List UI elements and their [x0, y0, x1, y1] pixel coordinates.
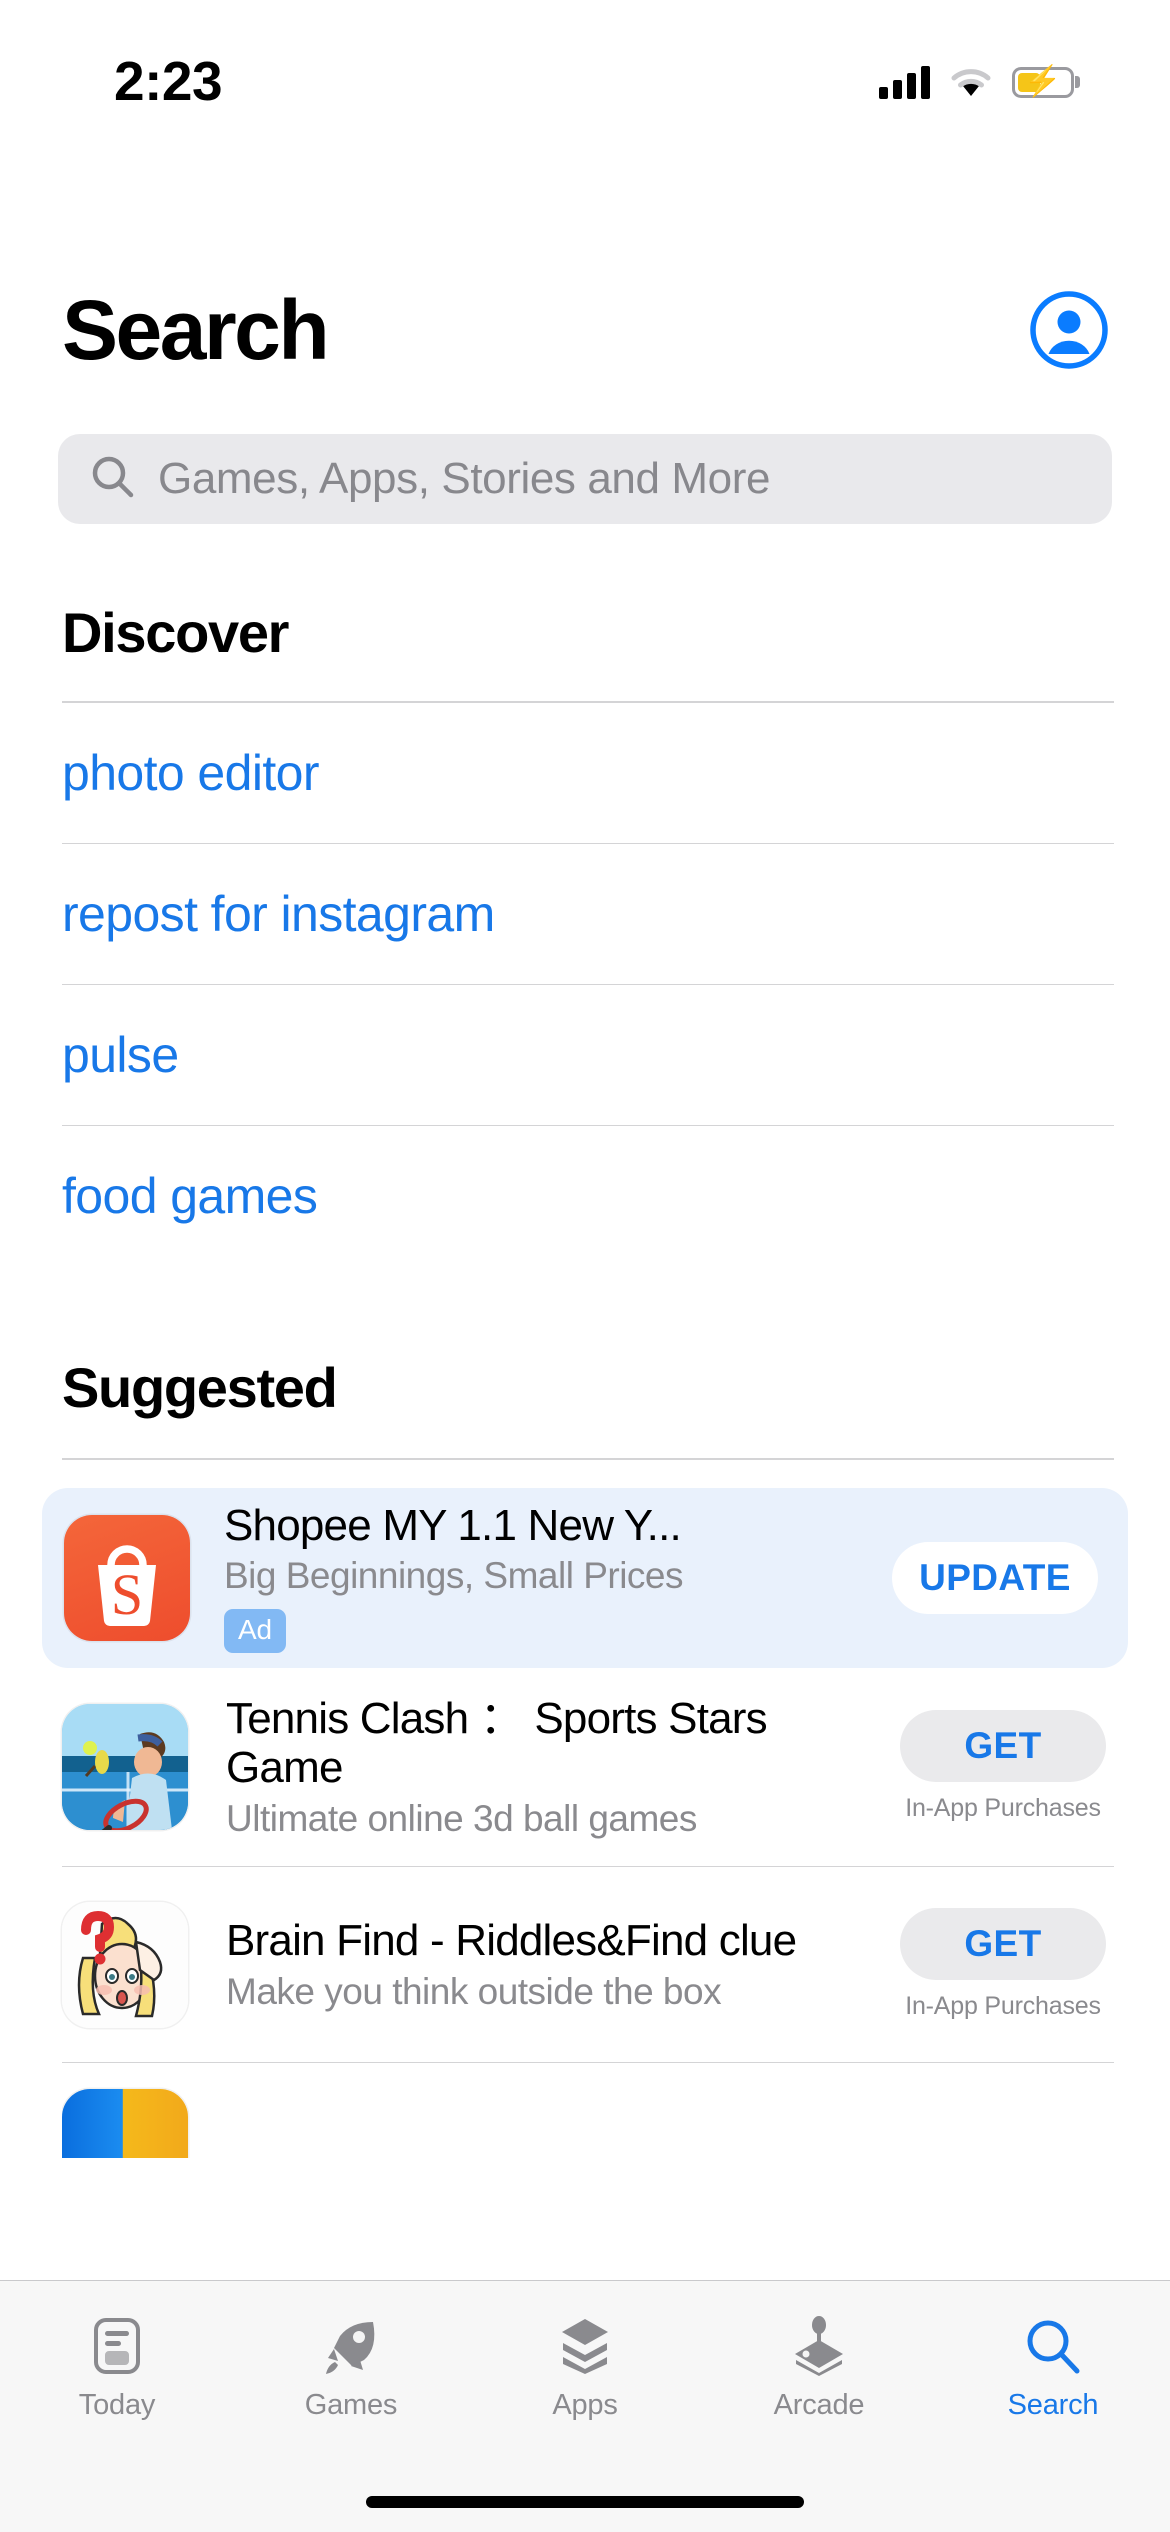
status-time: 2:23	[114, 50, 223, 112]
app-action-column: GET In-App Purchases	[892, 1710, 1114, 1823]
tab-bar: Today Games Apps Arcade Search	[0, 2280, 1170, 2532]
joystick-icon	[788, 2315, 850, 2377]
app-name: Tennis Clash ： Sports Stars Game	[226, 1693, 768, 1792]
suggested-section: Suggested S Shopee MY 1.1 New Y... Big B…	[0, 1355, 1170, 2159]
app-action-column: GET In-App Purchases	[892, 1908, 1114, 2021]
account-circle-icon[interactable]	[1030, 291, 1108, 369]
discover-item-photo-editor[interactable]: photo editor	[62, 703, 1114, 844]
suggested-ad-card[interactable]: S Shopee MY 1.1 New Y... Big Beginnings,…	[42, 1487, 1128, 1668]
ad-badge: Ad	[224, 1609, 286, 1654]
app-name: Brain Find - Riddles&Find clue	[226, 1915, 797, 1965]
status-indicators: ⚡	[879, 65, 1074, 99]
app-info: Tennis Clash ： Sports Stars Game Ultimat…	[188, 1694, 892, 1841]
rocket-icon	[320, 2315, 382, 2377]
get-button[interactable]: GET	[900, 1710, 1106, 1783]
app-subtitle: Make you think outside the box	[226, 1971, 722, 2013]
wifi-icon	[950, 66, 992, 98]
tennis-clash-app-icon	[62, 1703, 188, 1830]
partial-app-icon	[62, 2089, 188, 2159]
discover-item-food-games[interactable]: food games	[62, 1126, 1114, 1267]
svg-text:S: S	[111, 1562, 143, 1627]
stacked-apps-icon	[554, 2315, 616, 2377]
ad-action-column: UPDATE	[884, 1541, 1106, 1614]
get-button[interactable]: GET	[900, 1908, 1106, 1981]
shopee-app-icon: S	[64, 1514, 190, 1641]
app-row-brain-find[interactable]: Brain Find - Riddles&Find clue Make you …	[62, 1866, 1114, 2062]
tab-today[interactable]: Today	[0, 2315, 234, 2422]
update-button[interactable]: UPDATE	[892, 1541, 1098, 1614]
discover-item-repost-for-instagram[interactable]: repost for instagram	[62, 844, 1114, 985]
tab-label: Today	[78, 2389, 156, 2421]
page-header: Search	[0, 288, 1170, 372]
tab-label: Arcade	[773, 2389, 865, 2421]
tab-arcade[interactable]: Arcade	[702, 2315, 936, 2422]
today-card-icon	[86, 2315, 148, 2377]
app-info: Brain Find - Riddles&Find clue Make you …	[188, 1916, 892, 2013]
search-placeholder: Games, Apps, Stories and More	[158, 454, 771, 503]
search-icon	[90, 454, 136, 505]
tab-label: Apps	[552, 2389, 618, 2421]
app-row-tennis-clash[interactable]: Tennis Clash ： Sports Stars Game Ultimat…	[62, 1668, 1114, 1867]
discover-section: Discover photo editor repost for instagr…	[0, 600, 1170, 1267]
status-bar: 2:23 ⚡	[0, 0, 1170, 150]
tab-label: Games	[304, 2389, 398, 2421]
brain-find-app-icon	[62, 1901, 188, 2028]
search-icon	[1022, 2315, 1084, 2377]
discover-item-pulse[interactable]: pulse	[62, 985, 1114, 1126]
app-subtitle: Ultimate online 3d ball games	[226, 1798, 697, 1840]
discover-item-label: pulse	[62, 1026, 179, 1083]
discover-item-label: repost for instagram	[62, 885, 495, 942]
discover-item-label: photo editor	[62, 744, 319, 801]
ad-app-name: Shopee MY 1.1 New Y...	[224, 1501, 682, 1550]
search-input[interactable]: Games, Apps, Stories and More	[58, 434, 1112, 524]
ad-app-info: Shopee MY 1.1 New Y... Big Beginnings, S…	[190, 1502, 884, 1654]
tab-label: Search	[1007, 2389, 1099, 2421]
home-indicator	[366, 2496, 804, 2508]
cellular-bars-icon	[879, 65, 930, 99]
tab-apps[interactable]: Apps	[468, 2315, 702, 2422]
in-app-purchases-note: In-App Purchases	[905, 1794, 1101, 1823]
ad-app-subtitle: Big Beginnings, Small Prices	[224, 1555, 684, 1597]
in-app-purchases-note: In-App Purchases	[905, 1992, 1101, 2021]
page-title: Search	[62, 283, 330, 377]
tab-games[interactable]: Games	[234, 2315, 468, 2422]
battery-charging-icon: ⚡	[1012, 66, 1074, 98]
discover-heading: Discover	[62, 601, 289, 664]
divider	[62, 1458, 1114, 1460]
suggested-heading: Suggested	[62, 1356, 338, 1419]
tab-search[interactable]: Search	[936, 2315, 1170, 2422]
discover-item-label: food games	[62, 1168, 318, 1224]
app-row-partial[interactable]	[62, 2062, 1114, 2159]
